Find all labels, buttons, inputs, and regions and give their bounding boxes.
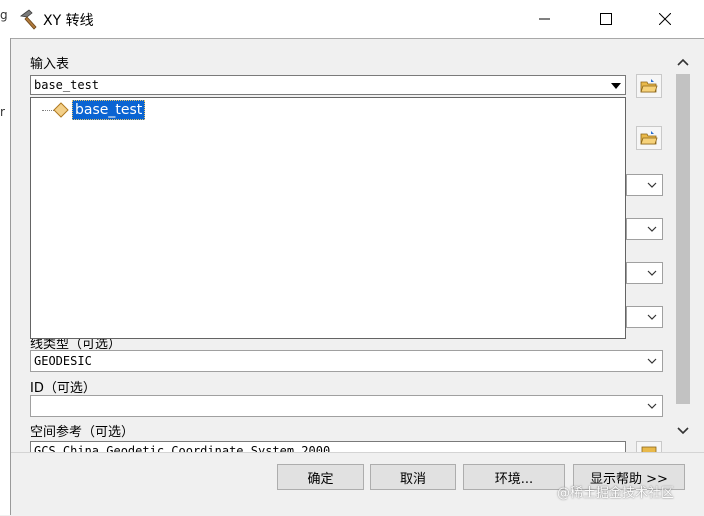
minimize-icon xyxy=(539,18,550,20)
cancel-button[interactable]: 取消 xyxy=(370,464,456,490)
environments-button[interactable]: 环境... xyxy=(463,464,565,490)
ok-button[interactable]: 确定 xyxy=(277,464,364,490)
chevron-down-icon xyxy=(647,226,657,232)
background-glyph: g xyxy=(0,8,8,22)
maximize-button[interactable] xyxy=(583,0,629,38)
id-select[interactable] xyxy=(30,395,663,417)
chevron-down-icon xyxy=(647,314,657,320)
properties-icon xyxy=(641,446,657,452)
hammer-icon xyxy=(18,8,40,30)
minimize-button[interactable] xyxy=(522,0,568,38)
scrollbar-thumb[interactable] xyxy=(676,74,690,404)
scroll-down-button[interactable] xyxy=(677,425,689,440)
open-folder-icon xyxy=(640,79,658,93)
dropdown-arrow-icon[interactable] xyxy=(611,83,621,89)
spatial-reference-value: GCS_China_Geodetic_Coordinate_System_200… xyxy=(34,444,331,452)
window-title: XY 转线 xyxy=(43,13,94,29)
id-label: ID（可选） xyxy=(30,381,96,396)
chevron-down-icon xyxy=(647,403,657,409)
spatial-reference-input[interactable]: GCS_China_Geodetic_Coordinate_System_200… xyxy=(30,441,626,452)
field-combo-edge[interactable] xyxy=(626,262,663,284)
field-combo-edge[interactable] xyxy=(626,174,663,196)
line-type-value: GEODESIC xyxy=(34,354,92,368)
spatial-reference-properties-button[interactable] xyxy=(636,441,662,452)
spatial-reference-label: 空间参考（可选） xyxy=(30,425,135,440)
field-combo-edge[interactable] xyxy=(626,218,663,240)
browse-output-button[interactable] xyxy=(636,126,662,150)
field-combo-edge[interactable] xyxy=(626,306,663,328)
open-folder-icon xyxy=(640,131,658,145)
maximize-icon xyxy=(600,13,612,25)
close-icon xyxy=(659,13,671,25)
input-table-label: 输入表 xyxy=(30,57,70,72)
spatial-reference-clip: GCS_China_Geodetic_Coordinate_System_200… xyxy=(30,441,626,452)
scroll-up-button[interactable] xyxy=(677,56,689,71)
line-type-select[interactable]: GEODESIC xyxy=(30,350,663,372)
chevron-down-icon xyxy=(647,358,657,364)
watermark-text: @稀土掘金技术社区 xyxy=(557,486,675,501)
spatial-reference-button-clip xyxy=(636,441,662,452)
chevron-down-icon xyxy=(647,270,657,276)
chevron-up-icon xyxy=(677,58,689,66)
dropdown-item-base-test[interactable]: base_test xyxy=(72,100,146,120)
table-diamond-icon xyxy=(53,102,69,118)
close-button[interactable] xyxy=(642,0,688,38)
input-table-value: base_test xyxy=(34,78,100,92)
chevron-down-icon xyxy=(647,182,657,188)
browse-input-table-button[interactable] xyxy=(636,74,662,98)
input-table-combo[interactable]: base_test xyxy=(30,75,626,95)
chevron-down-icon xyxy=(677,427,689,435)
input-table-dropdown-list[interactable] xyxy=(30,97,626,339)
background-glyph: r xyxy=(0,105,5,119)
